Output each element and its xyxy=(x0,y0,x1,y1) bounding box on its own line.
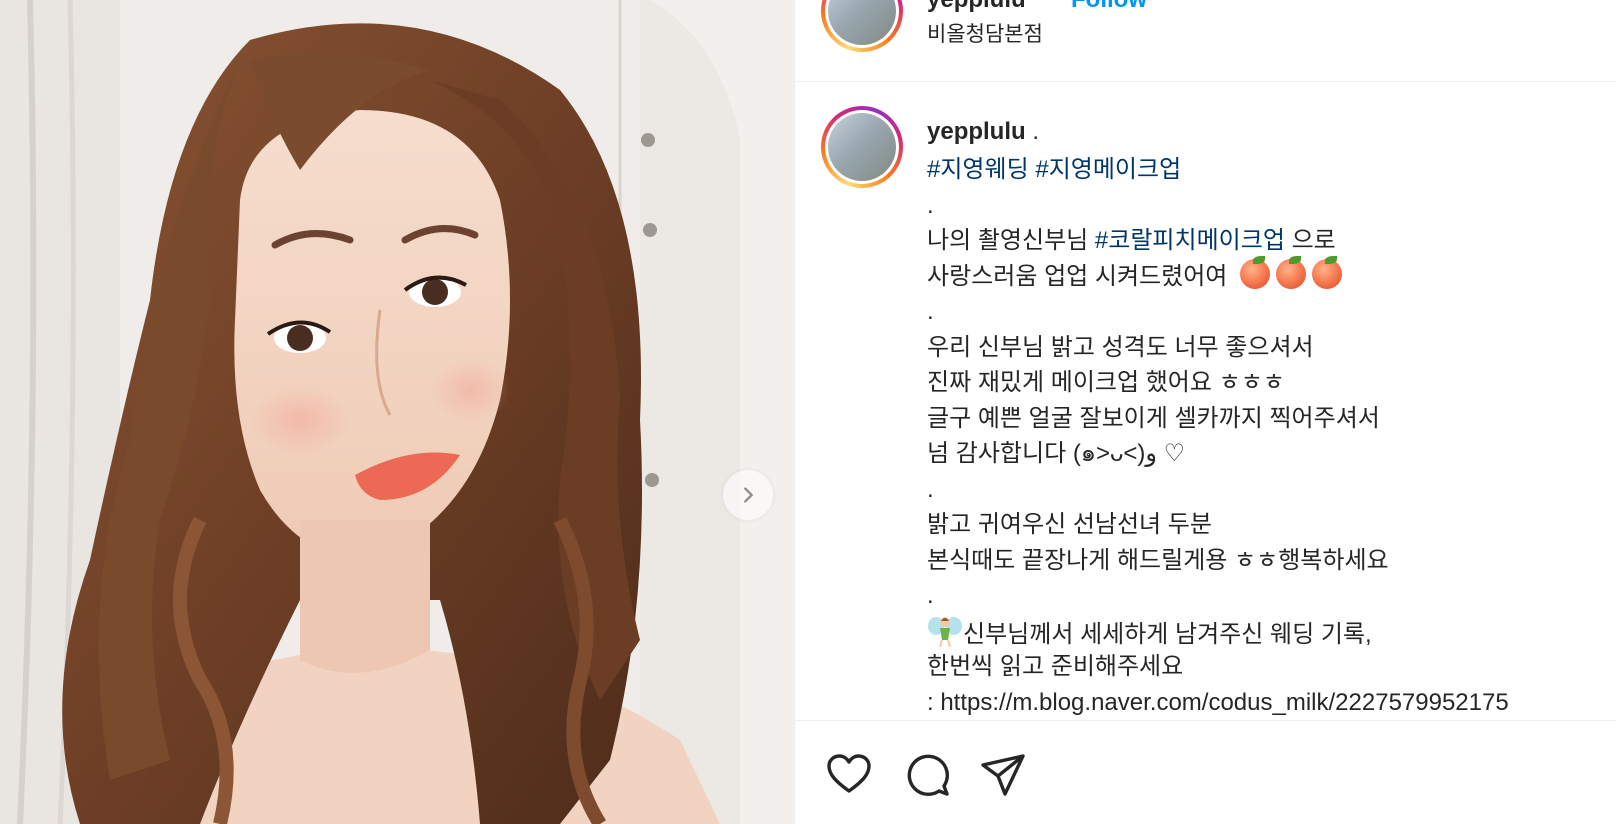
hashtag-link[interactable]: #지영웨딩 xyxy=(927,156,1029,183)
caption-hashtag-line: #지영웨딩 #지영메이크업 xyxy=(927,152,1607,188)
peach-emoji-icon xyxy=(1276,255,1307,289)
caption-line: 글구 예쁜 얼굴 잘보이게 셀카까지 찍어주셔서 xyxy=(927,404,1380,432)
comment-button[interactable] xyxy=(903,751,951,799)
caption-link-line[interactable]: : https://m.blog.naver.com/codus_milk/22… xyxy=(927,685,1607,721)
caption-line: 우리 신부님 밝고 성격도 너무 좋으셔서 xyxy=(927,333,1314,361)
caption-section: yepplulu . #지영웨딩 #지영메이크업 . 나의 촬영신부님 #코랄피… xyxy=(795,82,1616,720)
avatar-image xyxy=(828,113,896,181)
post-actions-bar xyxy=(795,720,1616,824)
caption-line-text: 사랑스러움 업업 시켜드렸어여 xyxy=(927,262,1228,290)
caption-line: . xyxy=(927,582,934,609)
caption-line: 넘 감사합니다 (๑˃ᴗ˂)ﻭ ♡ xyxy=(927,440,1186,467)
post-side-panel: yepplulu Follow 비올청담본점 yepplulu . #지영웨딩 … xyxy=(794,0,1616,824)
follow-button[interactable]: Follow xyxy=(1071,0,1147,14)
caption-avatar[interactable] xyxy=(821,106,903,188)
caption-line: . xyxy=(927,298,934,325)
photo-illustration xyxy=(0,0,794,824)
caption-line: 밝고 귀여우신 선남선녀 두분 xyxy=(927,511,1212,538)
caption-line-text: 으로 xyxy=(1284,227,1336,254)
caption-line: 진짜 재밌게 메이크업 했어요 ㅎㅎㅎ xyxy=(927,369,1285,396)
caption-line-text: 신부님께서 세세하게 남겨주신 웨딩 기록, xyxy=(963,620,1372,648)
caption-line: 한번씩 읽고 준비해주세요 xyxy=(927,653,1184,680)
hashtag-link[interactable]: #지영메이크업 xyxy=(1035,156,1181,183)
caption-text: #지영웨딩 #지영메이크업 . 나의 촬영신부님 #코랄피치메이크업 으로 사랑… xyxy=(927,152,1607,720)
like-button[interactable] xyxy=(825,751,873,799)
caption-line: 본식때도 끝장나게 해드릴게용 ㅎㅎ행복하세요 xyxy=(927,546,1389,574)
caption-line: 신부님께서 세세하게 남겨주신 웨딩 기록, xyxy=(927,614,1607,650)
post-header: yepplulu Follow 비올청담본점 xyxy=(795,0,1616,82)
caption-line-text: 나의 촬영신부님 xyxy=(927,227,1095,254)
author-username[interactable]: yepplulu xyxy=(927,0,1026,14)
heart-icon xyxy=(827,754,871,793)
caption-line: . xyxy=(927,191,934,219)
avatar-image xyxy=(828,0,896,45)
post-photo[interactable] xyxy=(0,0,794,824)
fairy-emoji-icon xyxy=(928,616,962,647)
caption-line: 사랑스러움 업업 시켜드렸어여 xyxy=(927,255,1607,295)
peach-emoji-icon xyxy=(1240,255,1271,289)
caption-username[interactable]: yepplulu xyxy=(927,118,1026,145)
caption-username-row: yepplulu . xyxy=(927,118,1039,146)
caption-separator: . xyxy=(1032,118,1040,145)
comment-icon xyxy=(907,754,949,796)
post-location[interactable]: 비올청담본점 xyxy=(927,18,1043,48)
author-avatar[interactable] xyxy=(821,0,903,52)
peach-emoji-icon xyxy=(1312,255,1343,289)
share-icon xyxy=(981,754,1025,796)
chevron-right-icon xyxy=(744,487,753,503)
caption-line: 나의 촬영신부님 #코랄피치메이크업 으로 xyxy=(927,223,1607,259)
next-image-button[interactable] xyxy=(723,470,773,520)
share-button[interactable] xyxy=(979,751,1027,799)
caption-line: . xyxy=(927,475,934,503)
hashtag-link[interactable]: #코랄피치메이크업 xyxy=(1095,227,1285,254)
